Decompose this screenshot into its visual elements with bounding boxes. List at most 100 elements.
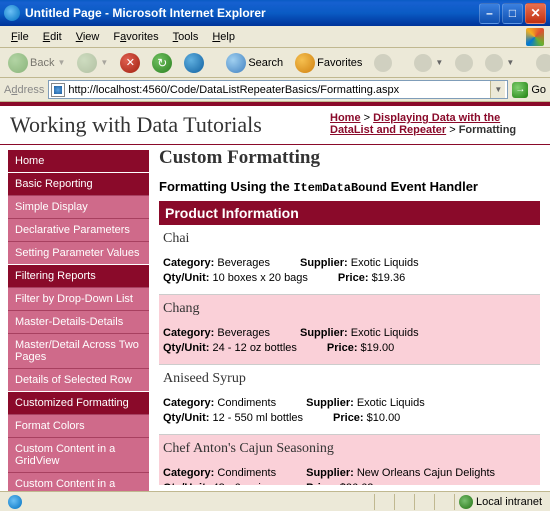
page-icon xyxy=(51,83,65,97)
address-dropdown[interactable]: ▼ xyxy=(490,81,505,98)
chevron-down-icon: ▼ xyxy=(505,58,514,67)
menu-edit[interactable]: Edit xyxy=(36,29,69,45)
maximize-button[interactable]: □ xyxy=(502,3,523,24)
sidebar-nav: Home Basic Reporting Simple Display Decl… xyxy=(0,145,153,485)
minimize-button[interactable]: – xyxy=(479,3,500,24)
label-supplier: Supplier: xyxy=(306,397,354,409)
label-price: Price: xyxy=(338,272,369,284)
favorites-button[interactable]: Favorites xyxy=(291,51,366,75)
label-category: Category: xyxy=(163,467,214,479)
mail-button[interactable]: ▼ xyxy=(410,52,447,74)
nav-item-custom-content-detailsview[interactable]: Custom Content in a DetailsView xyxy=(8,472,149,491)
forward-button[interactable]: ▼ xyxy=(73,51,112,75)
breadcrumb-current: Formatting xyxy=(459,124,516,136)
label-price: Price: xyxy=(306,482,337,485)
status-pane xyxy=(435,494,455,510)
label-category: Category: xyxy=(163,257,214,269)
breadcrumb-home-link[interactable]: Home xyxy=(330,112,361,124)
page-content: Working with Data Tutorials Home > Displ… xyxy=(0,102,550,491)
address-field[interactable]: ▼ xyxy=(48,80,508,99)
home-button[interactable] xyxy=(180,51,208,75)
menu-help[interactable]: Help xyxy=(205,29,242,45)
value-qty: 10 boxes x 20 bags xyxy=(213,272,308,284)
address-input[interactable] xyxy=(68,84,490,96)
status-pane xyxy=(375,494,395,510)
label-qty: Qty/Unit: xyxy=(163,482,209,485)
status-pane xyxy=(395,494,415,510)
status-zone: Local intranet xyxy=(455,494,546,510)
product-item: Aniseed SyrupCategory: CondimentsSupplie… xyxy=(159,365,540,435)
print-icon xyxy=(455,54,473,72)
windows-logo-icon xyxy=(526,28,544,46)
panel-header: Product Information xyxy=(159,201,540,225)
menu-view[interactable]: View xyxy=(69,29,107,45)
label-supplier: Supplier: xyxy=(300,327,348,339)
ie-status-icon xyxy=(8,495,22,509)
nav-item-custom-content-gridview[interactable]: Custom Content in a GridView xyxy=(8,437,149,472)
star-icon xyxy=(295,53,315,73)
value-supplier: Exotic Liquids xyxy=(357,397,425,409)
edit-icon xyxy=(485,54,503,72)
nav-item-filter-dropdown[interactable]: Filter by Drop-Down List xyxy=(8,287,149,310)
status-bar: Local intranet xyxy=(0,491,550,511)
value-supplier: New Orleans Cajun Delights xyxy=(357,467,495,479)
label-supplier: Supplier: xyxy=(306,467,354,479)
label-category: Category: xyxy=(163,327,214,339)
product-item: ChaiCategory: BeveragesSupplier: Exotic … xyxy=(159,225,540,295)
value-price: $10.00 xyxy=(367,412,401,424)
history-button[interactable] xyxy=(370,52,396,74)
nav-home[interactable]: Home xyxy=(8,150,149,172)
nav-group-basic-reporting[interactable]: Basic Reporting xyxy=(8,173,149,195)
main-content: Custom Formatting Formatting Using the I… xyxy=(153,145,550,485)
breadcrumb: Home > Displaying Data with the DataList… xyxy=(330,112,540,138)
menu-favorites[interactable]: Favorites xyxy=(106,29,165,45)
nav-item-declarative-parameters[interactable]: Declarative Parameters xyxy=(8,218,149,241)
value-supplier: Exotic Liquids xyxy=(351,327,419,339)
intranet-icon xyxy=(459,495,473,509)
label-price: Price: xyxy=(327,342,358,354)
stop-button[interactable]: ✕ xyxy=(116,51,144,75)
nav-item-master-detail-two-pages[interactable]: Master/Detail Across Two Pages xyxy=(8,333,149,368)
print-button[interactable] xyxy=(451,52,477,74)
status-pane xyxy=(415,494,435,510)
nav-item-setting-parameter-values[interactable]: Setting Parameter Values xyxy=(8,241,149,264)
product-item: ChangCategory: BeveragesSupplier: Exotic… xyxy=(159,295,540,365)
value-supplier: Exotic Liquids xyxy=(351,257,419,269)
nav-group-customized-formatting[interactable]: Customized Formatting xyxy=(8,392,149,414)
nav-item-details-selected-row[interactable]: Details of Selected Row xyxy=(8,368,149,391)
label-qty: Qty/Unit: xyxy=(163,412,209,424)
toolbar: Back▼ ▼ ✕ ↻ Search Favorites ▼ ▼ xyxy=(0,48,550,78)
search-button[interactable]: Search xyxy=(222,51,287,75)
value-qty: 12 - 550 ml bottles xyxy=(213,412,304,424)
product-name: Chai xyxy=(163,231,536,247)
go-button[interactable]: → Go xyxy=(512,82,546,98)
nav-item-format-colors[interactable]: Format Colors xyxy=(8,414,149,437)
nav-group-filtering-reports[interactable]: Filtering Reports xyxy=(8,265,149,287)
label-price: Price: xyxy=(333,412,364,424)
nav-item-master-details[interactable]: Master-Details-Details xyxy=(8,310,149,333)
discuss-icon xyxy=(536,54,550,72)
menu-file[interactable]: File xyxy=(4,29,36,45)
refresh-button[interactable]: ↻ xyxy=(148,51,176,75)
label-qty: Qty/Unit: xyxy=(163,272,209,284)
stop-icon: ✕ xyxy=(120,53,140,73)
address-bar: Address ▼ → Go xyxy=(0,78,550,102)
mail-icon xyxy=(414,54,432,72)
value-qty: 48 - 6 oz jars xyxy=(213,482,277,485)
window-titlebar: Untitled Page - Microsoft Internet Explo… xyxy=(0,0,550,26)
edit-button[interactable]: ▼ xyxy=(481,52,518,74)
back-arrow-icon xyxy=(8,53,28,73)
label-qty: Qty/Unit: xyxy=(163,342,209,354)
close-button[interactable]: ✕ xyxy=(525,3,546,24)
label-category: Category: xyxy=(163,397,214,409)
forward-arrow-icon xyxy=(77,53,97,73)
history-icon xyxy=(374,54,392,72)
content-subheading: Formatting Using the ItemDataBound Event… xyxy=(159,179,540,195)
content-heading: Custom Formatting xyxy=(159,147,540,169)
nav-item-simple-display[interactable]: Simple Display xyxy=(8,195,149,218)
back-button[interactable]: Back▼ xyxy=(4,51,69,75)
discuss-button[interactable] xyxy=(532,52,550,74)
chevron-down-icon: ▼ xyxy=(56,58,65,67)
address-label: Address xyxy=(4,84,44,96)
menu-tools[interactable]: Tools xyxy=(166,29,206,45)
